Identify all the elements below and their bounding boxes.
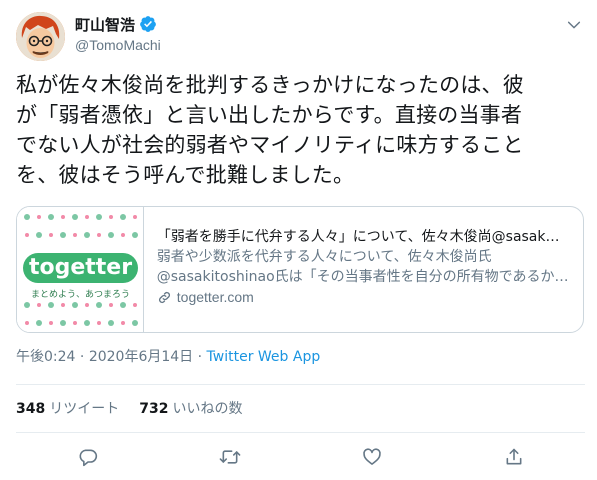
card-description: 弱者や少数派を代弁する人々について、佐々木俊尚氏 @sasakitoshinao… xyxy=(157,247,583,287)
tweet-text-line: でない人が社会的弱者やマイノリティに味方すること xyxy=(16,133,524,157)
card-domain-text: togetter.com xyxy=(176,289,254,305)
likes-count: 732 xyxy=(139,401,169,417)
tweet-text-line: を、彼はそう呼んで批難しました。 xyxy=(16,163,355,187)
tweet-actions xyxy=(0,446,597,470)
author-block[interactable]: 町山智浩 @TomoMachi xyxy=(75,14,161,54)
verified-badge-icon xyxy=(139,15,157,33)
meta-separator: · xyxy=(193,349,207,365)
retweets-stat[interactable]: 348 リツイート xyxy=(16,398,119,418)
tweet-time[interactable]: 午後0:24 xyxy=(16,349,75,365)
card-body[interactable]: 「弱者を勝手に代弁する人々」について、佐々木俊尚@sasak… 弱者や少数派を代… xyxy=(144,207,583,332)
card-thumbnail[interactable]: togetter まとめよう、あつまろう xyxy=(17,207,144,332)
card-description-line: 弱者や少数派を代弁する人々について、佐々木俊尚氏 xyxy=(156,249,492,265)
tweet: 町山智浩 @TomoMachi 私が佐々木俊尚を批判するきっかけになったのは、彼… xyxy=(0,0,597,480)
handle[interactable]: @TomoMachi xyxy=(75,37,161,53)
link-icon xyxy=(158,291,170,303)
retweet-icon[interactable] xyxy=(219,446,241,468)
retweets-label: リツイート xyxy=(49,401,120,417)
tweet-source[interactable]: Twitter Web App xyxy=(207,349,321,365)
share-icon[interactable] xyxy=(503,446,525,468)
likes-label: いいねの数 xyxy=(172,401,243,417)
togetter-tagline: まとめよう、あつまろう xyxy=(30,290,130,300)
tweet-stats: 348 リツイート 732 いいねの数 xyxy=(16,398,262,418)
avatar-illustration xyxy=(16,12,65,61)
tweet-date[interactable]: 2020年6月14日 xyxy=(89,349,193,365)
card-domain: togetter.com xyxy=(157,287,583,307)
display-name[interactable]: 町山智浩 xyxy=(75,14,135,35)
avatar[interactable] xyxy=(16,12,65,61)
divider xyxy=(16,432,585,433)
reply-icon[interactable] xyxy=(77,446,99,468)
heart-icon[interactable] xyxy=(361,446,383,468)
card-description-line: @sasakitoshinao氏は「その当事者性を自分の所有物であるか… xyxy=(156,269,569,285)
card-title[interactable]: 「弱者を勝手に代弁する人々」について、佐々木俊尚@sasak… xyxy=(157,227,583,247)
tweet-text: 私が佐々木俊尚を批判するきっかけになったのは、彼 が「弱者憑依」と言い出したから… xyxy=(16,70,586,190)
chevron-down-icon[interactable] xyxy=(563,14,585,36)
likes-stat[interactable]: 732 いいねの数 xyxy=(139,398,242,418)
meta-separator: · xyxy=(75,349,89,365)
retweets-count: 348 xyxy=(16,401,46,417)
tweet-text-line: が「弱者憑依」と言い出したからです。直接の当事者 xyxy=(16,103,523,127)
tweet-meta: 午後0:24 · 2020年6月14日 · Twitter Web App xyxy=(16,346,320,366)
link-card[interactable]: togetter まとめよう、あつまろう 「弱者を勝手に代弁する人々」について、… xyxy=(16,206,584,333)
divider xyxy=(16,384,585,385)
tweet-text-line: 私が佐々木俊尚を批判するきっかけになったのは、彼 xyxy=(16,73,524,97)
togetter-logo-text: togetter xyxy=(28,255,133,280)
